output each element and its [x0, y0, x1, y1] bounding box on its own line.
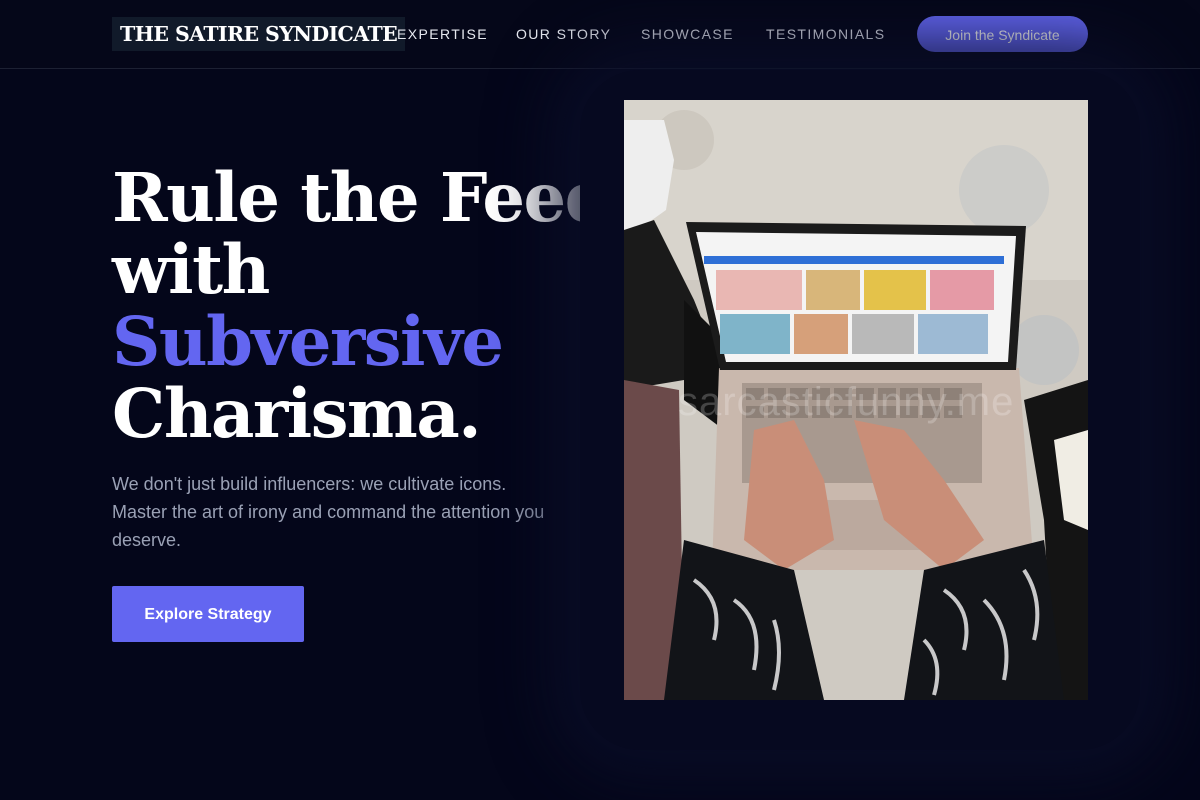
headline-line-4: Charisma. — [112, 374, 482, 453]
hero-headline: Rule the Feed with Subversive Charisma. — [112, 158, 611, 453]
explore-strategy-button[interactable]: Explore Strategy — [112, 586, 304, 642]
image-watermark: sarcasticfunny.me — [678, 380, 1015, 424]
headline-accent-word: Subversive — [112, 302, 504, 381]
nav-link-expertise[interactable]: EXPERTISE — [397, 0, 488, 68]
nav-link-showcase[interactable]: SHOWCASE — [641, 0, 734, 68]
brand-logo[interactable]: THE SATIRE SYNDICATE — [112, 17, 406, 51]
landing-page: THE SATIRE SYNDICATE EXPERTISE OUR STORY… — [0, 0, 1200, 800]
nav-link-testimonials[interactable]: TESTIMONIALS — [766, 0, 885, 68]
site-header: THE SATIRE SYNDICATE EXPERTISE OUR STORY… — [0, 0, 1200, 69]
hero-description: We don't just build influencers: we cult… — [112, 474, 545, 550]
headline-line-2: with — [112, 230, 270, 309]
nav-link-our-story[interactable]: OUR STORY — [516, 0, 611, 68]
headline-line-1: Rule the Feed — [112, 158, 611, 237]
join-syndicate-button[interactable]: Join the Syndicate — [917, 16, 1088, 52]
